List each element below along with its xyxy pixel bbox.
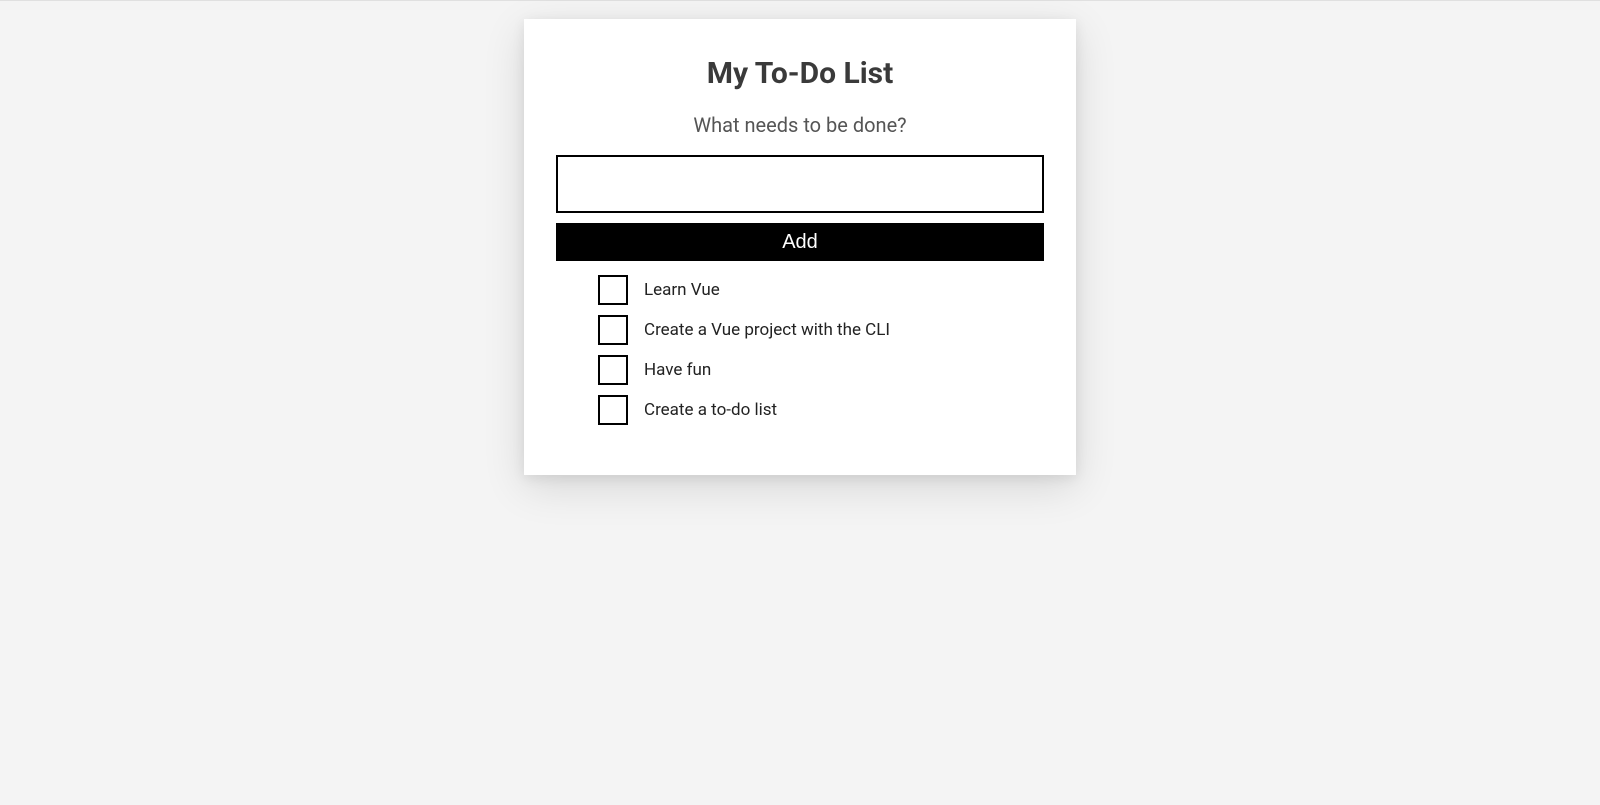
todo-checkbox[interactable] <box>598 355 628 385</box>
todo-checkbox[interactable] <box>598 275 628 305</box>
todo-label[interactable]: Create a Vue project with the CLI <box>644 320 890 340</box>
todo-label[interactable]: Have fun <box>644 360 711 380</box>
new-todo-input[interactable] <box>556 155 1044 213</box>
add-button[interactable]: Add <box>556 223 1044 261</box>
todo-label[interactable]: Learn Vue <box>644 280 720 300</box>
app-title: My To-Do List <box>556 56 1044 91</box>
todo-item: Create a Vue project with the CLI <box>598 315 1044 345</box>
todo-checkbox[interactable] <box>598 395 628 425</box>
todo-label[interactable]: Create a to-do list <box>644 400 777 420</box>
new-todo-prompt: What needs to be done? <box>556 113 1044 137</box>
todo-item: Learn Vue <box>598 275 1044 305</box>
todo-item: Create a to-do list <box>598 395 1044 425</box>
todo-item: Have fun <box>598 355 1044 385</box>
todo-list: Learn Vue Create a Vue project with the … <box>556 275 1044 425</box>
todo-app-card: My To-Do List What needs to be done? Add… <box>524 19 1076 475</box>
todo-checkbox[interactable] <box>598 315 628 345</box>
